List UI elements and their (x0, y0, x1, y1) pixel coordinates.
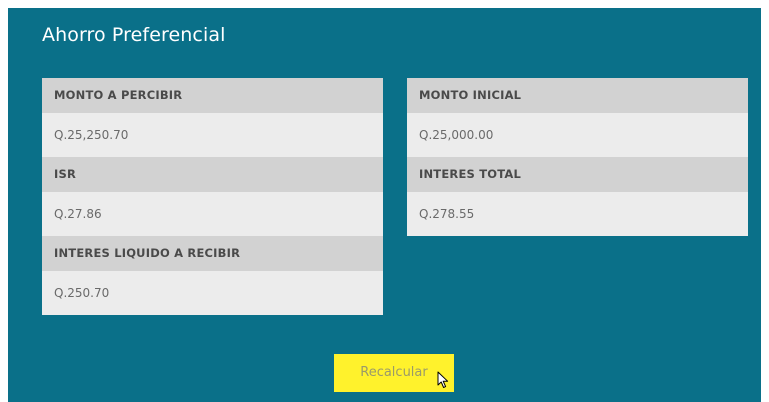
monto-a-percibir-label: MONTO A PERCIBIR (42, 78, 383, 113)
interes-liquido-label: INTERES LIQUIDO A RECIBIR (42, 236, 383, 271)
isr-label: ISR (42, 157, 383, 192)
interes-total-label: INTERES TOTAL (407, 157, 748, 192)
recalcular-button[interactable]: Recalcular (334, 354, 454, 392)
monto-inicial-label: MONTO INICIAL (407, 78, 748, 113)
monto-inicial-value: Q.25,000.00 (407, 113, 748, 157)
results-card-right: MONTO INICIAL Q.25,000.00 INTERES TOTAL … (407, 78, 748, 236)
mouse-pointer-icon (437, 371, 449, 388)
isr-value: Q.27.86 (42, 192, 383, 236)
interes-total-value: Q.278.55 (407, 192, 748, 236)
monto-a-percibir-value: Q.25,250.70 (42, 113, 383, 157)
panel-title: Ahorro Preferencial (42, 24, 226, 46)
results-card-left: MONTO A PERCIBIR Q.25,250.70 ISR Q.27.86… (42, 78, 383, 315)
ahorro-preferencial-panel: Ahorro Preferencial MONTO A PERCIBIR Q.2… (8, 8, 761, 402)
interes-liquido-value: Q.250.70 (42, 271, 383, 315)
